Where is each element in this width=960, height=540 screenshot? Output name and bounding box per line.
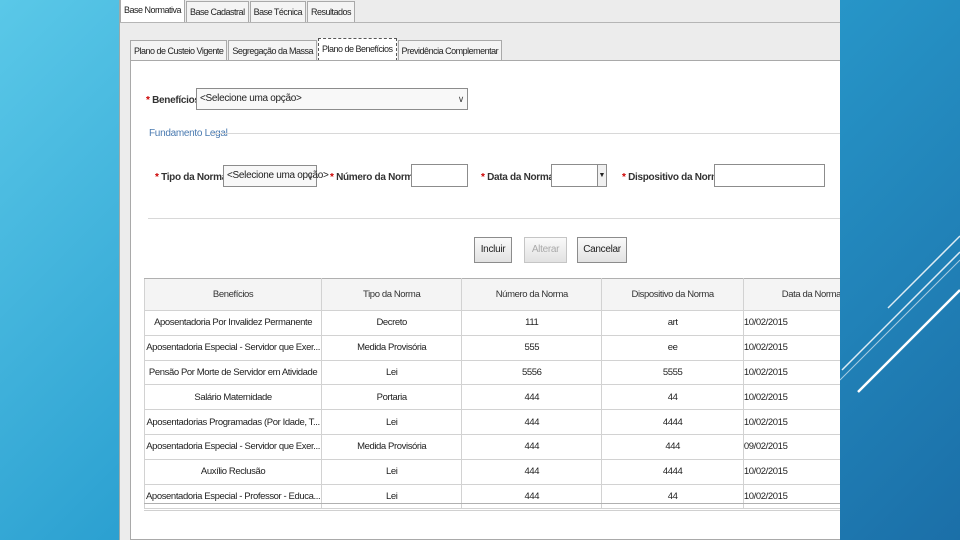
tipo-norma-label-text: Tipo da Norma: [161, 172, 231, 183]
cell-beneficio: Aposentadoria Especial - Servidor que Ex… [143, 335, 322, 361]
cell-numero-norma: 444 [461, 459, 602, 485]
cell-beneficio: Pensão Por Morte de Servidor em Atividad… [143, 360, 322, 386]
cell-data-norma: 10/02/2015 [742, 384, 840, 411]
data-norma-input[interactable] [551, 164, 598, 187]
cell-tipo-norma: Medida Provisória [321, 335, 462, 361]
column-header-tipo-norma[interactable]: Tipo da Norma [321, 278, 463, 311]
calendar-icon[interactable]: ▼ [597, 164, 607, 187]
table-row[interactable]: Auxílio Reclusão Lei 444 4444 10/02/2015 [143, 459, 840, 485]
cell-dispositivo-norma: 44 [601, 384, 744, 411]
table-row[interactable]: Pensão Por Morte de Servidor em Atividad… [143, 360, 840, 386]
cell-beneficio: Auxílio Reclusão [143, 459, 322, 485]
tab-base-cadastral[interactable]: Base Cadastral [186, 1, 249, 22]
cell-numero-norma: 555 [461, 335, 602, 361]
cell-dispositivo-norma: 5555 [601, 360, 744, 386]
beneficios-label: * Benefícios: [146, 95, 203, 106]
cell-data-norma: 10/02/2015 [742, 360, 840, 386]
beneficios-select-value: <Selecione uma opção> [200, 93, 302, 104]
cell-numero-norma: 5556 [461, 360, 602, 386]
cell-tipo-norma: Medida Provisória [321, 434, 462, 460]
cell-numero-norma: 444 [461, 409, 602, 435]
tipo-norma-select-value: <Selecione uma opção> [227, 170, 329, 181]
dispositivo-norma-label: * Dispositivo da Norma: [622, 172, 728, 183]
required-marker: * [146, 95, 150, 106]
tab-previdencia-complementar[interactable]: Previdência Complementar [397, 40, 503, 61]
cancelar-button[interactable]: Cancelar [577, 237, 627, 263]
cell-numero-norma: 444 [461, 384, 602, 411]
cell-beneficio: Aposentadorias Programadas (Por Idade, T… [143, 409, 322, 435]
cell-tipo-norma: Lei [321, 360, 462, 386]
chevron-down-icon: ∨ [457, 94, 465, 104]
tipo-norma-label: * Tipo da Norma: [155, 172, 230, 183]
tab-base-normativa[interactable]: Base Normativa [120, 0, 186, 22]
cell-numero-norma: 111 [461, 310, 602, 336]
table-header-row: Benefícios Tipo da Norma Número da Norma… [143, 278, 840, 311]
required-marker: * [622, 172, 626, 183]
table-footer [144, 503, 840, 511]
cell-data-norma: 10/02/2015 [742, 310, 840, 336]
cell-beneficio: Aposentadoria Por Invalidez Permanente [143, 310, 322, 336]
table-row[interactable]: Aposentadorias Programadas (Por Idade, T… [143, 409, 840, 435]
cell-dispositivo-norma: 444 [601, 434, 744, 460]
tab-segregacao-massa[interactable]: Segregação da Massa [228, 40, 317, 61]
cell-data-norma: 10/02/2015 [742, 409, 840, 435]
required-marker: * [481, 172, 485, 183]
cell-dispositivo-norma: 4444 [601, 459, 744, 485]
required-marker: * [330, 172, 334, 183]
table-row[interactable]: Aposentadoria Especial - Servidor que Ex… [143, 434, 840, 460]
table-body: Aposentadoria Por Invalidez Permanente De… [143, 310, 840, 510]
form-panel: * Benefícios: <Selecione uma opção> ∨ Fu… [130, 60, 840, 540]
application-window: Base Normativa Base Cadastral Base Técni… [119, 0, 840, 540]
cell-dispositivo-norma: art [601, 310, 744, 336]
beneficios-select[interactable]: <Selecione uma opção> ∨ [196, 88, 468, 110]
tab-base-tecnica[interactable]: Base Técnica [249, 1, 306, 22]
fieldset-border [211, 133, 840, 134]
alterar-button[interactable]: Alterar [524, 237, 567, 263]
tab-resultados[interactable]: Resultados [306, 1, 355, 22]
divider [120, 22, 840, 23]
table-row[interactable]: Salário Maternidade Portaria 444 44 10/02/20… [143, 384, 840, 411]
table-row[interactable]: Aposentadoria Especial - Servidor que Ex… [143, 335, 840, 361]
cell-tipo-norma: Lei [321, 459, 462, 485]
dispositivo-norma-input[interactable] [714, 164, 825, 187]
table-row[interactable]: Aposentadoria Por Invalidez Permanente De… [143, 310, 840, 336]
cell-tipo-norma: Decreto [321, 310, 462, 336]
column-header-beneficios[interactable]: Benefícios [143, 278, 323, 311]
cell-numero-norma: 444 [461, 434, 602, 460]
data-norma-label-text: Data da Norma: [487, 172, 557, 183]
decorative-lines [839, 235, 960, 393]
tab-plano-beneficios[interactable]: Plano de Benefícios [317, 38, 397, 61]
incluir-button[interactable]: Incluir [474, 237, 512, 263]
cell-data-norma: 10/02/2015 [742, 459, 840, 485]
column-header-numero-norma[interactable]: Número da Norma [461, 278, 603, 311]
column-header-data-norma[interactable]: Data da Norma [742, 278, 840, 311]
cell-tipo-norma: Portaria [321, 384, 462, 411]
dispositivo-norma-label-text: Dispositivo da Norma: [628, 172, 728, 183]
numero-norma-label: * Número da Norma: [330, 172, 422, 183]
cell-beneficio: Salário Maternidade [143, 384, 322, 411]
fieldset-border [148, 218, 840, 219]
cell-dispositivo-norma: ee [601, 335, 744, 361]
beneficios-table: Benefícios Tipo da Norma Número da Norma… [143, 278, 840, 510]
cell-tipo-norma: Lei [321, 409, 462, 435]
cell-data-norma: 09/02/2015 [742, 434, 840, 460]
tab-plano-custeio[interactable]: Plano de Custeio Vigente [130, 40, 228, 61]
tipo-norma-select[interactable]: <Selecione uma opção> ∨ [223, 165, 329, 187]
required-marker: * [155, 172, 159, 183]
cell-data-norma: 10/02/2015 [742, 335, 840, 361]
chevron-down-icon: ∨ [306, 171, 314, 181]
cell-beneficio: Aposentadoria Especial - Servidor que Ex… [143, 434, 322, 460]
column-header-dispositivo-norma[interactable]: Dispositivo da Norma [601, 278, 744, 311]
cell-dispositivo-norma: 4444 [601, 409, 744, 435]
data-norma-label: * Data da Norma: [481, 172, 557, 183]
numero-norma-label-text: Número da Norma: [336, 172, 422, 183]
top-tab-bar: Base Normativa Base Cadastral Base Técni… [120, 0, 356, 22]
numero-norma-input[interactable] [411, 164, 468, 187]
sub-tab-bar: Plano de Custeio Vigente Segregação da M… [130, 38, 503, 61]
